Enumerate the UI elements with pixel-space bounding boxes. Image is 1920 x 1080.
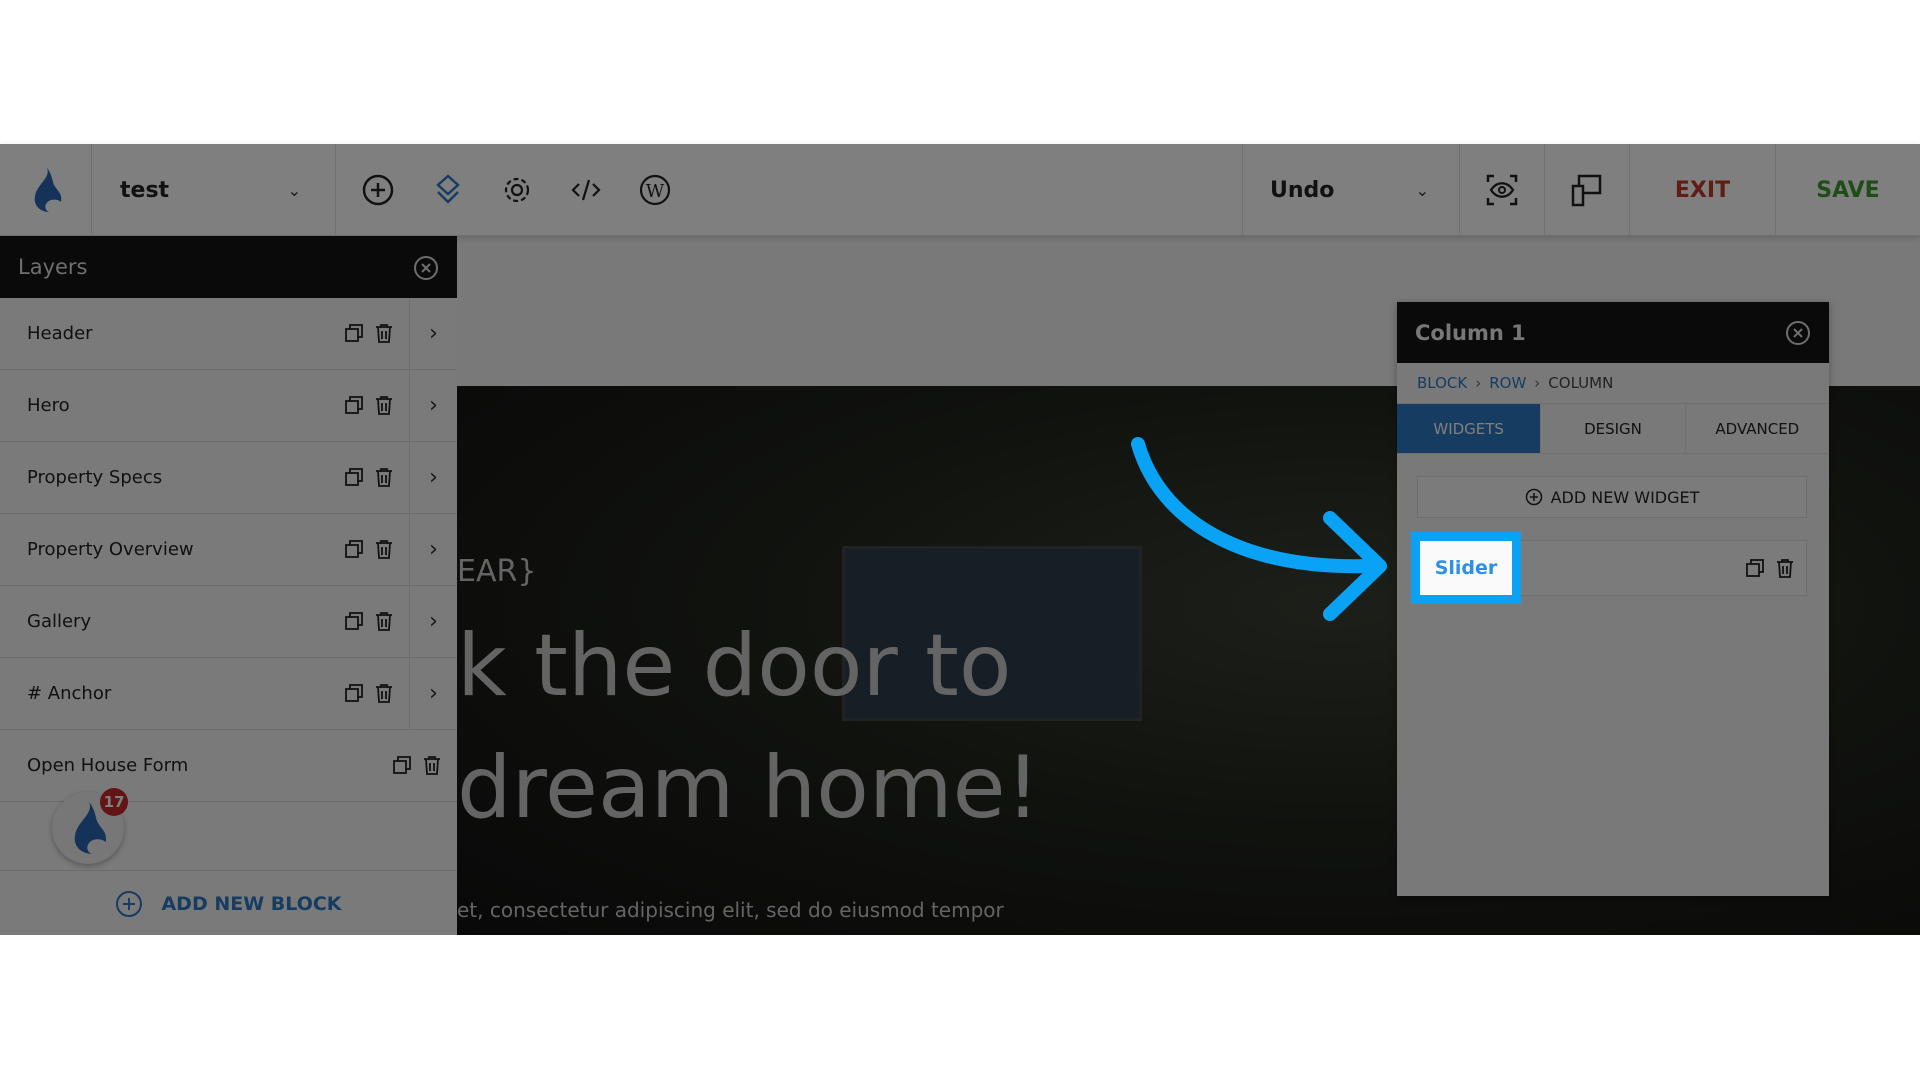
- slider-widget-label: Slider: [1420, 541, 1512, 595]
- slider-widget-highlight[interactable]: Slider: [1411, 532, 1521, 604]
- tutorial-dim-overlay: [0, 144, 1920, 935]
- pointer-arrow-icon: [1131, 437, 1387, 621]
